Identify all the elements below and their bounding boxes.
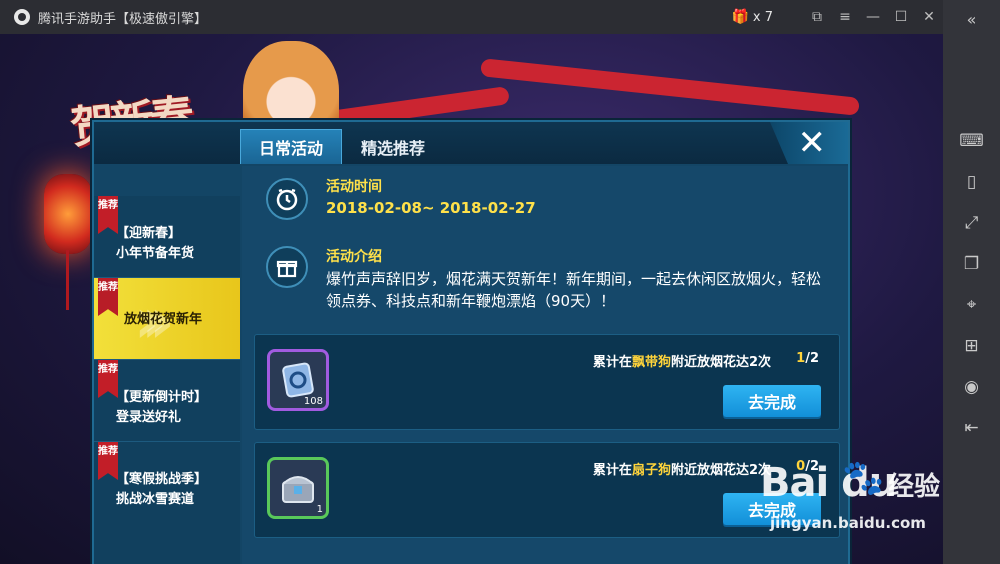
minimize-icon[interactable]: —	[859, 9, 887, 25]
list-item-title: 【更新倒计时】	[116, 390, 208, 405]
item-count: 1	[316, 504, 323, 515]
dialog-header: 日常活动 精选推荐 ✕	[94, 122, 848, 164]
window-titlebar: 腾讯手游助手【极速傲引擎】 🎁 x 7 ⧉ ≡ — ☐ ✕	[0, 0, 943, 34]
task-progress: 1/2	[796, 351, 819, 366]
list-item-title: 放烟花贺新年	[124, 312, 203, 327]
tool-sidebar: « ⌨ ▯ ⤢ ❐ ⌖ ⊞ ◉ ⇤	[943, 0, 1000, 564]
recommend-badge: 推荐	[98, 278, 118, 316]
list-item-title: 【寒假挑战季】	[116, 472, 208, 487]
intro-label: 活动介绍	[326, 249, 382, 265]
restore-icon[interactable]: ⧉	[803, 9, 831, 25]
window-title: 腾讯手游助手【极速傲引擎】	[38, 11, 208, 27]
maximize-icon[interactable]: ☐	[887, 9, 915, 25]
activity-list: 推荐 【迎新春】 小年节备年货 ››› 推荐 放烟花贺新年 推荐 【更新倒计时】…	[94, 196, 240, 564]
tab-daily-activity[interactable]: 日常活动	[240, 129, 342, 164]
list-item-subtitle: 登录送好礼	[116, 410, 182, 425]
activity-dialog: 日常活动 精选推荐 ✕ 推荐 【迎新春】 小年节备年货 ››› 推荐 放烟花贺新…	[92, 120, 850, 564]
close-icon[interactable]: ✕	[915, 9, 943, 25]
list-item-subtitle: 小年节备年货	[116, 246, 195, 261]
list-item[interactable]: ››› 推荐 放烟花贺新年	[94, 278, 240, 360]
go-complete-button[interactable]: 去完成	[723, 385, 821, 417]
dialog-close-button[interactable]: ✕	[770, 122, 848, 164]
activity-detail: 活动时间 2018-02-08~ 2018-02-27 活动介绍 爆竹声声辞旧岁…	[242, 166, 848, 564]
coupon-item-icon: 108	[267, 349, 329, 411]
fullscreen-icon[interactable]: ⤢	[943, 202, 1000, 243]
ribbon-decoration	[480, 58, 860, 116]
list-item-subtitle: 挑战冰雪赛道	[116, 492, 195, 507]
locate-icon[interactable]: ⌖	[943, 284, 1000, 325]
baidu-watermark: Bai du 🐾 经验 jingyan.baidu.com	[760, 452, 943, 552]
list-item-title: 【迎新春】	[116, 226, 182, 241]
clock-icon	[266, 178, 308, 220]
task-card: 108 累计在飘带狗附近放烟花达2次 1/2 去完成	[254, 334, 840, 430]
list-item[interactable]: 推荐 【迎新春】 小年节备年货	[94, 196, 240, 278]
exit-icon[interactable]: ⇤	[943, 407, 1000, 448]
app-logo-icon	[14, 9, 30, 25]
watermark-url: jingyan.baidu.com	[770, 514, 926, 532]
recommend-badge: 推荐	[98, 442, 118, 480]
gift-icon[interactable]: 🎁	[731, 9, 748, 25]
lantern-decoration	[44, 174, 92, 254]
menu-icon[interactable]: ≡	[831, 9, 859, 25]
watermark-text: 经验	[888, 472, 941, 502]
paw-icon: 🐾	[842, 458, 885, 498]
list-item[interactable]: 推荐 【更新倒计时】 登录送好礼	[94, 360, 240, 442]
shake-icon[interactable]: ▯	[943, 161, 1000, 202]
gift-count: x 7	[752, 9, 773, 25]
intro-text: 爆竹声声辞旧岁，烟花满天贺新年！新年期间，一起去休闲区放烟火，轻松领点券、科技点…	[326, 270, 822, 310]
gift-box-icon	[266, 246, 308, 288]
multi-window-icon[interactable]: ❐	[943, 243, 1000, 284]
time-label: 活动时间	[326, 179, 382, 195]
treasure-chest-icon: 1	[267, 457, 329, 519]
screenshot-icon[interactable]: ⊞	[943, 325, 1000, 366]
record-icon[interactable]: ◉	[943, 366, 1000, 407]
task-card: 1 累计在扇子狗附近放烟花达2次 0/2 去完成	[254, 442, 840, 538]
lantern-string	[66, 250, 69, 310]
task-description: 累计在扇子狗附近放烟花达2次	[592, 463, 771, 478]
task-description: 累计在飘带狗附近放烟花达2次	[592, 355, 771, 370]
recommend-badge: 推荐	[98, 360, 118, 398]
tab-featured[interactable]: 精选推荐	[342, 129, 444, 164]
list-item[interactable]: 推荐 【寒假挑战季】 挑战冰雪赛道	[94, 442, 240, 524]
keyboard-icon[interactable]: ⌨	[943, 120, 1000, 161]
item-count: 108	[303, 396, 323, 407]
game-viewport: 贺新春 日常活动 精选推荐 ✕ 推荐 【迎新春】 小年节备年货 ››› 推荐 放…	[0, 34, 943, 564]
recommend-badge: 推荐	[98, 196, 118, 234]
collapse-icon[interactable]: «	[943, 0, 1000, 38]
time-value: 2018-02-08~ 2018-02-27	[326, 199, 536, 217]
